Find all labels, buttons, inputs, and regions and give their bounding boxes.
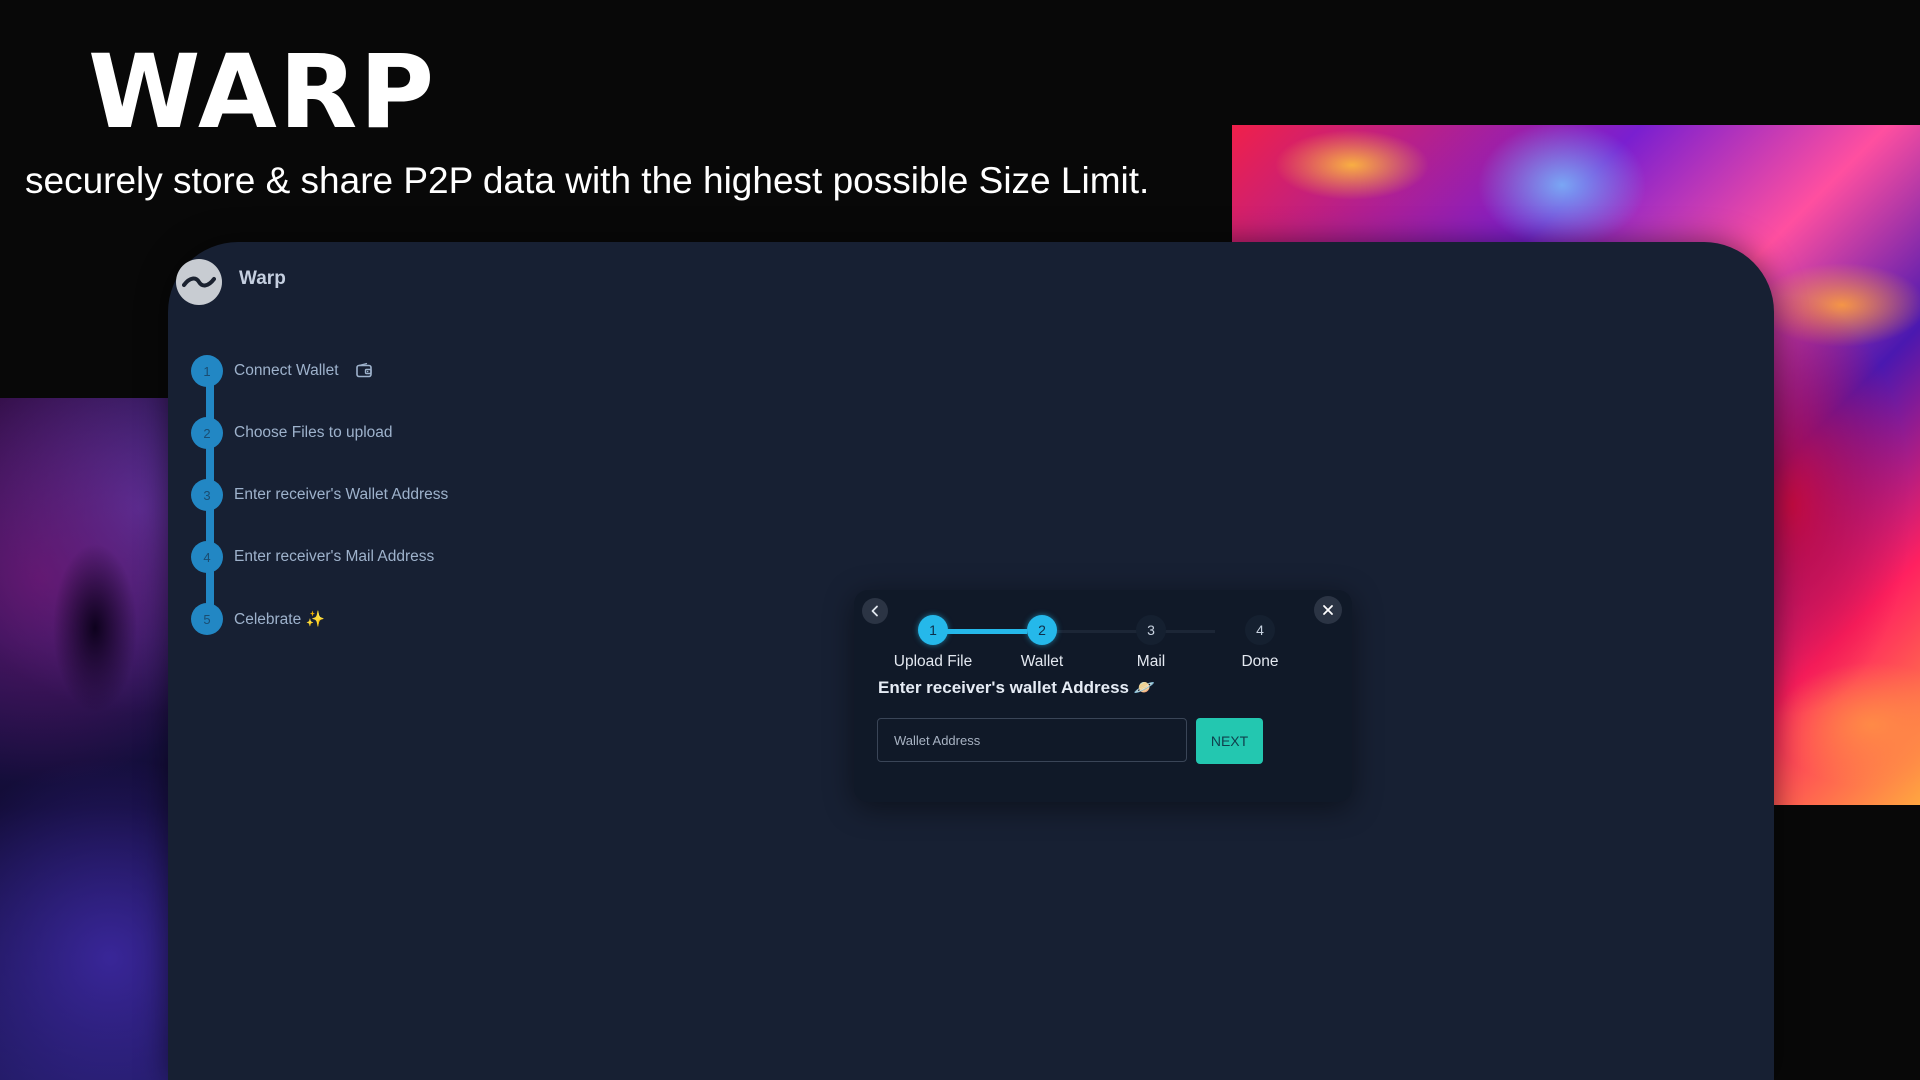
wallet-address-input[interactable] — [877, 718, 1187, 762]
step-number: 5 — [191, 603, 223, 635]
step-number: 1 — [191, 355, 223, 387]
sidebar-step-celebrate[interactable]: 5 Celebrate ✨ — [191, 603, 325, 635]
step-label: Choose Files to upload — [234, 424, 393, 441]
warp-wave-logo-icon — [182, 276, 216, 288]
sidebar-step-connect-wallet[interactable]: 1 Connect Wallet — [191, 355, 373, 387]
modal-heading: Enter receiver's wallet Address 🪐 — [878, 678, 1155, 697]
progress-label-2: Wallet — [1020, 653, 1064, 670]
step-number: 4 — [191, 541, 223, 573]
step-label: Celebrate ✨ — [234, 610, 325, 628]
progress-label-1: Upload File — [893, 653, 973, 670]
back-button[interactable] — [862, 598, 888, 624]
close-button[interactable] — [1314, 596, 1342, 624]
sidebar-step-wallet-address[interactable]: 3 Enter receiver's Wallet Address — [191, 479, 448, 511]
hero-title: WARP — [88, 33, 437, 152]
brand-name: Warp — [239, 268, 286, 289]
step-number: 3 — [191, 479, 223, 511]
progress-label-4: Done — [1241, 653, 1279, 670]
sidebar-step-choose-files[interactable]: 2 Choose Files to upload — [191, 417, 393, 449]
close-icon — [1323, 605, 1333, 615]
step-label: Enter receiver's Wallet Address — [234, 486, 449, 503]
wallet-icon — [355, 362, 373, 380]
progress-step-4: 4 — [1245, 615, 1275, 645]
chevron-left-icon — [871, 605, 878, 617]
next-button[interactable]: NEXT — [1196, 718, 1263, 764]
step-number: 2 — [191, 417, 223, 449]
progress-step-2: 2 — [1027, 615, 1057, 645]
step-label: Enter receiver's Mail Address — [234, 548, 435, 565]
hero-subtitle: securely store & share P2P data with the… — [25, 160, 1150, 201]
sidebar-step-mail-address[interactable]: 4 Enter receiver's Mail Address — [191, 541, 434, 573]
sidebar-stepper: 1 Connect Wallet 2 Choose Files to uploa… — [191, 355, 591, 655]
step-label: Connect Wallet — [234, 362, 339, 379]
wallet-modal: 1 2 3 4 Upload File Wallet Mail Done Ent… — [854, 590, 1352, 802]
progress-label-3: Mail — [1136, 653, 1166, 670]
progress-step-1: 1 — [918, 615, 948, 645]
warp-logo[interactable] — [176, 259, 222, 305]
gaming-headset-photo — [0, 398, 170, 1080]
progress-step-3: 3 — [1136, 615, 1166, 645]
